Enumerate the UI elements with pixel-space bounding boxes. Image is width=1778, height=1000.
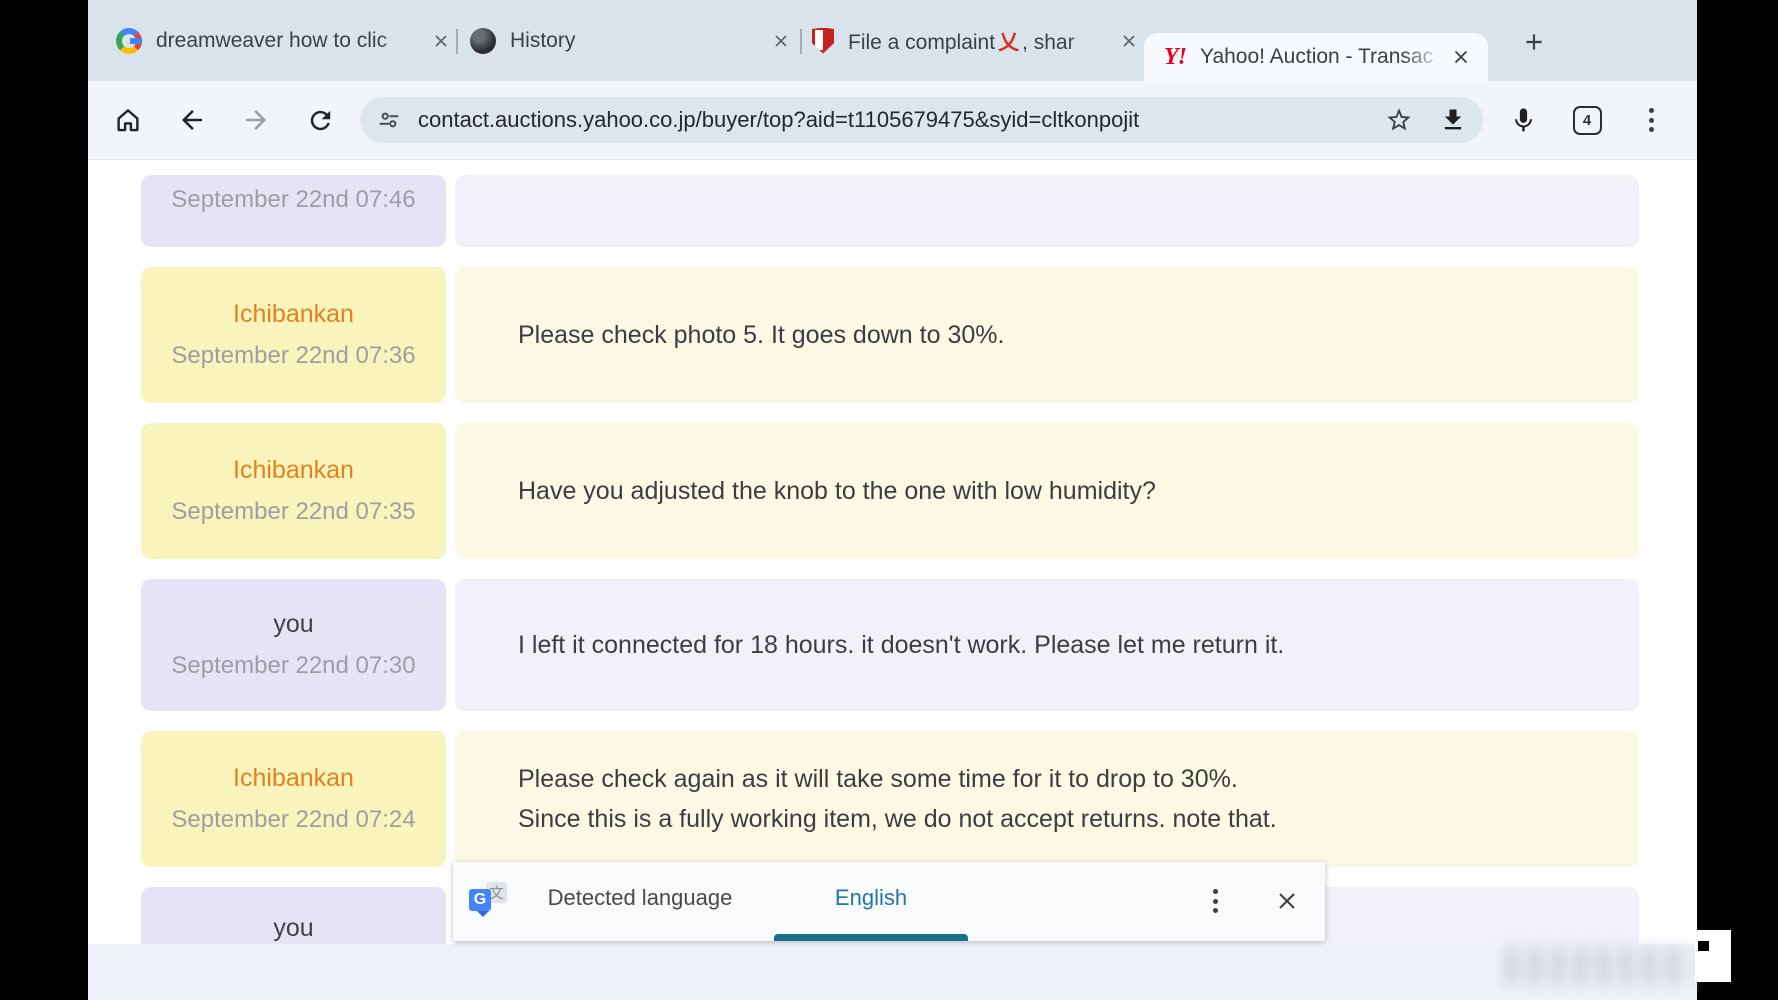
tab-title: Yahoo! Auction - Transac bbox=[1200, 45, 1446, 69]
message-time: September 22nd 07:46 bbox=[171, 186, 415, 214]
tab-strip: dreamweaver how to clic History File a c… bbox=[88, 0, 1697, 81]
message-text: I left it connected for 18 hours. it doe… bbox=[518, 625, 1639, 665]
browser-window: dreamweaver how to clic History File a c… bbox=[88, 0, 1697, 1000]
url-bar[interactable]: contact.auctions.yahoo.co.jp/buyer/top?a… bbox=[360, 97, 1483, 143]
red-glyph: 乂 bbox=[995, 31, 1022, 54]
sender-cell: Ichibankan September 22nd 07:35 bbox=[141, 423, 446, 559]
sender-name: Ichibankan bbox=[233, 764, 354, 793]
translate-close-icon[interactable] bbox=[1265, 878, 1309, 924]
watermark-box bbox=[1695, 930, 1731, 982]
tab-switcher-button[interactable]: 4 bbox=[1555, 92, 1619, 148]
sender-cell: Ichibankan September 22nd 07:36 bbox=[141, 267, 446, 403]
close-icon[interactable] bbox=[426, 26, 456, 56]
sender-cell: September 22nd 07:46 bbox=[141, 175, 446, 247]
tab-title: History bbox=[510, 29, 766, 53]
url-text[interactable]: contact.auctions.yahoo.co.jp/buyer/top?a… bbox=[418, 107, 1371, 133]
message-body-cell bbox=[455, 175, 1639, 247]
message-time: September 22nd 07:35 bbox=[171, 498, 415, 526]
yahoo-favicon: Y! bbox=[1164, 44, 1186, 71]
history-favicon bbox=[470, 28, 496, 54]
close-icon[interactable] bbox=[1446, 42, 1476, 72]
message-body-cell: I left it connected for 18 hours. it doe… bbox=[455, 579, 1639, 711]
tab-separator bbox=[800, 29, 802, 54]
tab-title: dreamweaver how to clic bbox=[156, 29, 426, 53]
site-settings-icon[interactable] bbox=[376, 107, 402, 133]
google-translate-icon: 文 G bbox=[469, 882, 509, 920]
shield-favicon bbox=[812, 28, 834, 54]
tab-history[interactable]: History bbox=[470, 0, 796, 81]
menu-kebab-button[interactable] bbox=[1619, 92, 1683, 148]
close-icon[interactable] bbox=[1114, 26, 1144, 56]
tab-yahoo-auction-active[interactable]: Y! Yahoo! Auction - Transac bbox=[1144, 33, 1488, 81]
translate-bar: 文 G Detected language English bbox=[453, 862, 1325, 941]
reload-button[interactable] bbox=[288, 92, 352, 148]
browser-toolbar: contact.auctions.yahoo.co.jp/buyer/top?a… bbox=[88, 81, 1697, 160]
message-body-cell: Please check again as it will take some … bbox=[455, 731, 1639, 867]
blurred-watermark bbox=[1505, 946, 1693, 986]
new-tab-button[interactable] bbox=[1516, 24, 1552, 60]
microphone-button[interactable] bbox=[1491, 92, 1555, 148]
close-icon[interactable] bbox=[766, 26, 796, 56]
tab-count: 4 bbox=[1573, 106, 1602, 135]
message-text: Please check photo 5. It goes down to 30… bbox=[518, 315, 1639, 355]
translate-active-underline bbox=[774, 934, 968, 941]
sender-name: Ichibankan bbox=[233, 300, 354, 329]
message-body-cell: Please check photo 5. It goes down to 30… bbox=[455, 267, 1639, 403]
message-text: Since this is a fully working item, we d… bbox=[518, 799, 1639, 839]
sender-name: you bbox=[273, 914, 313, 943]
sender-name: you bbox=[273, 610, 313, 639]
page-bottom-strip bbox=[88, 944, 1697, 1000]
sender-name: Ichibankan bbox=[233, 456, 354, 485]
translate-source-tab[interactable]: Detected language bbox=[540, 862, 740, 934]
sender-cell: Ichibankan September 22nd 07:24 bbox=[141, 731, 446, 867]
tab-file-complaint[interactable]: File a complaint乂, shar bbox=[812, 0, 1144, 81]
home-button[interactable] bbox=[96, 92, 160, 148]
tab-title: File a complaint乂, shar bbox=[848, 26, 1114, 56]
message-text: Have you adjusted the knob to the one wi… bbox=[518, 471, 1639, 511]
message-text: Please check again as it will take some … bbox=[518, 759, 1639, 799]
back-button[interactable] bbox=[160, 92, 224, 148]
message-time: September 22nd 07:30 bbox=[171, 652, 415, 680]
message-time: September 22nd 07:36 bbox=[171, 342, 415, 370]
download-icon[interactable] bbox=[1439, 106, 1467, 134]
tab-dreamweaver[interactable]: dreamweaver how to clic bbox=[116, 0, 456, 81]
sender-cell: you September 22nd 07:30 bbox=[141, 579, 446, 711]
translate-options-kebab[interactable] bbox=[1195, 878, 1235, 924]
tab-separator bbox=[456, 29, 458, 54]
message-time: September 22nd 07:24 bbox=[171, 806, 415, 834]
translate-target-tab[interactable]: English bbox=[781, 862, 961, 934]
bookmark-star-icon[interactable] bbox=[1385, 106, 1413, 134]
forward-button[interactable] bbox=[224, 92, 288, 148]
message-body-cell: Have you adjusted the knob to the one wi… bbox=[455, 423, 1639, 559]
google-favicon bbox=[116, 28, 142, 54]
